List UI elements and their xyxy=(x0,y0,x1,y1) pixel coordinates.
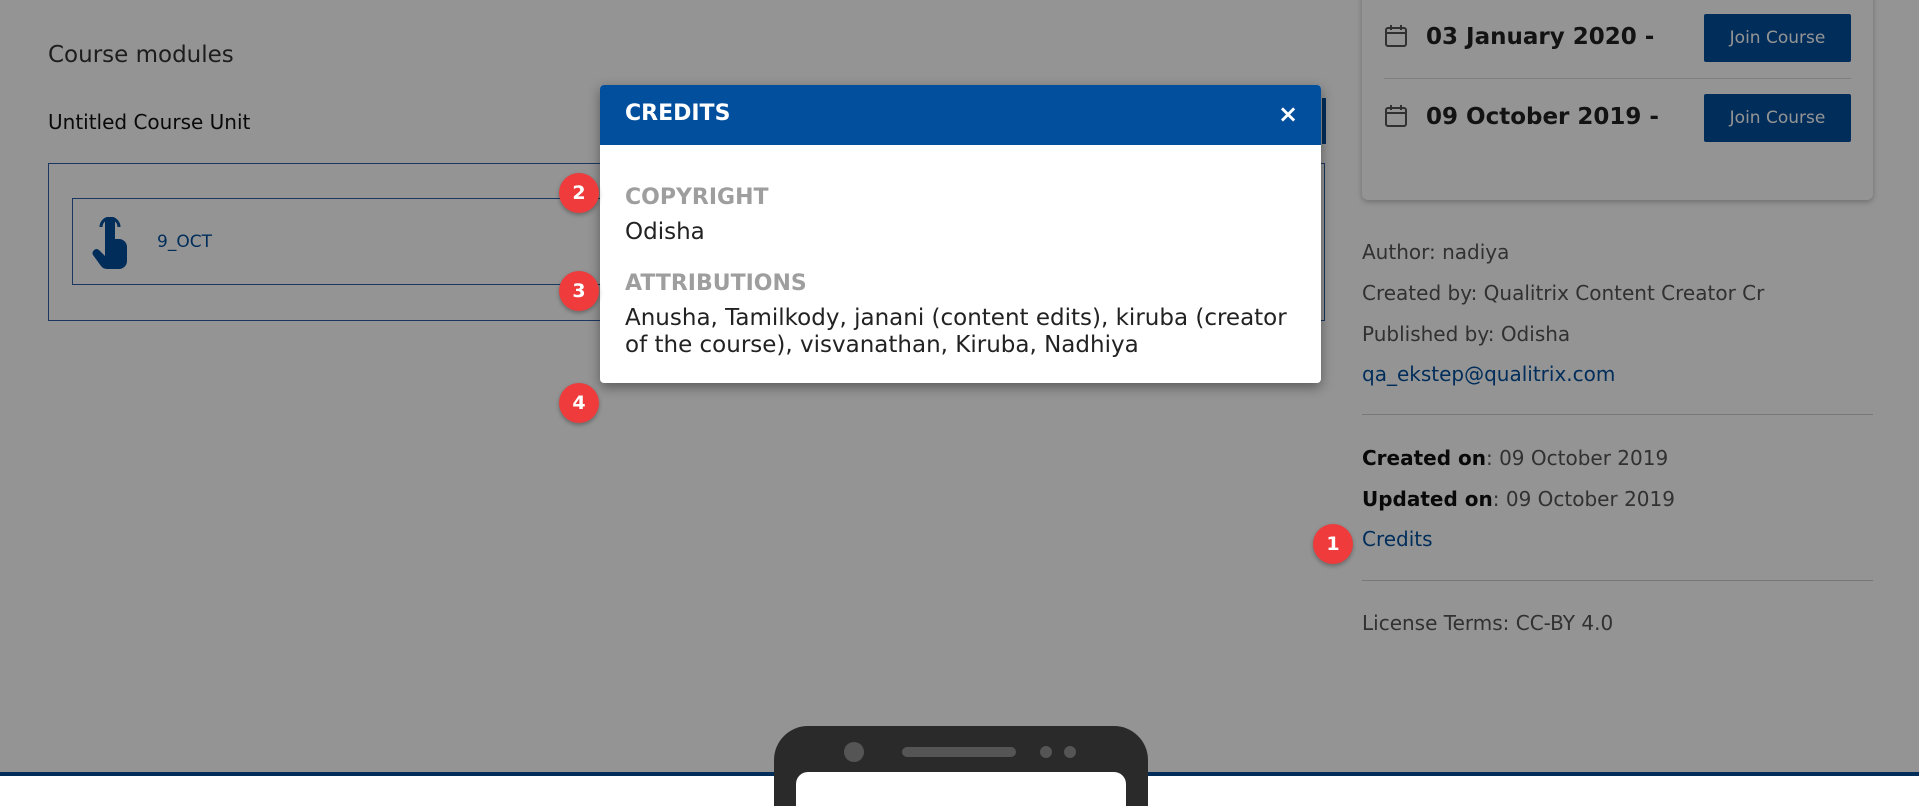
phone-screen xyxy=(796,772,1126,812)
step-marker-1: 1 xyxy=(1313,524,1353,564)
phone-camera xyxy=(844,742,864,762)
phone-sensor xyxy=(1064,746,1076,758)
step-marker-3: 3 xyxy=(559,271,599,311)
step-marker-4: 4 xyxy=(559,383,599,423)
step-marker-2: 2 xyxy=(559,173,599,213)
attributions-value: Anusha, Tamilkody, janani (content edits… xyxy=(625,305,1287,358)
modal-title: CREDITS xyxy=(625,101,731,126)
attributions-label: ATTRIBUTIONS xyxy=(625,271,807,296)
modal-header: CREDITS × xyxy=(600,85,1321,145)
copyright-value: Odisha xyxy=(625,219,705,245)
phone-sensor xyxy=(1040,746,1052,758)
copyright-label: COPYRIGHT xyxy=(625,185,769,210)
phone-device-graphic xyxy=(774,726,1148,812)
close-icon[interactable]: × xyxy=(1273,99,1303,129)
credits-modal: CREDITS × COPYRIGHT Odisha ATTRIBUTIONS … xyxy=(600,85,1321,383)
phone-speaker xyxy=(902,747,1016,757)
